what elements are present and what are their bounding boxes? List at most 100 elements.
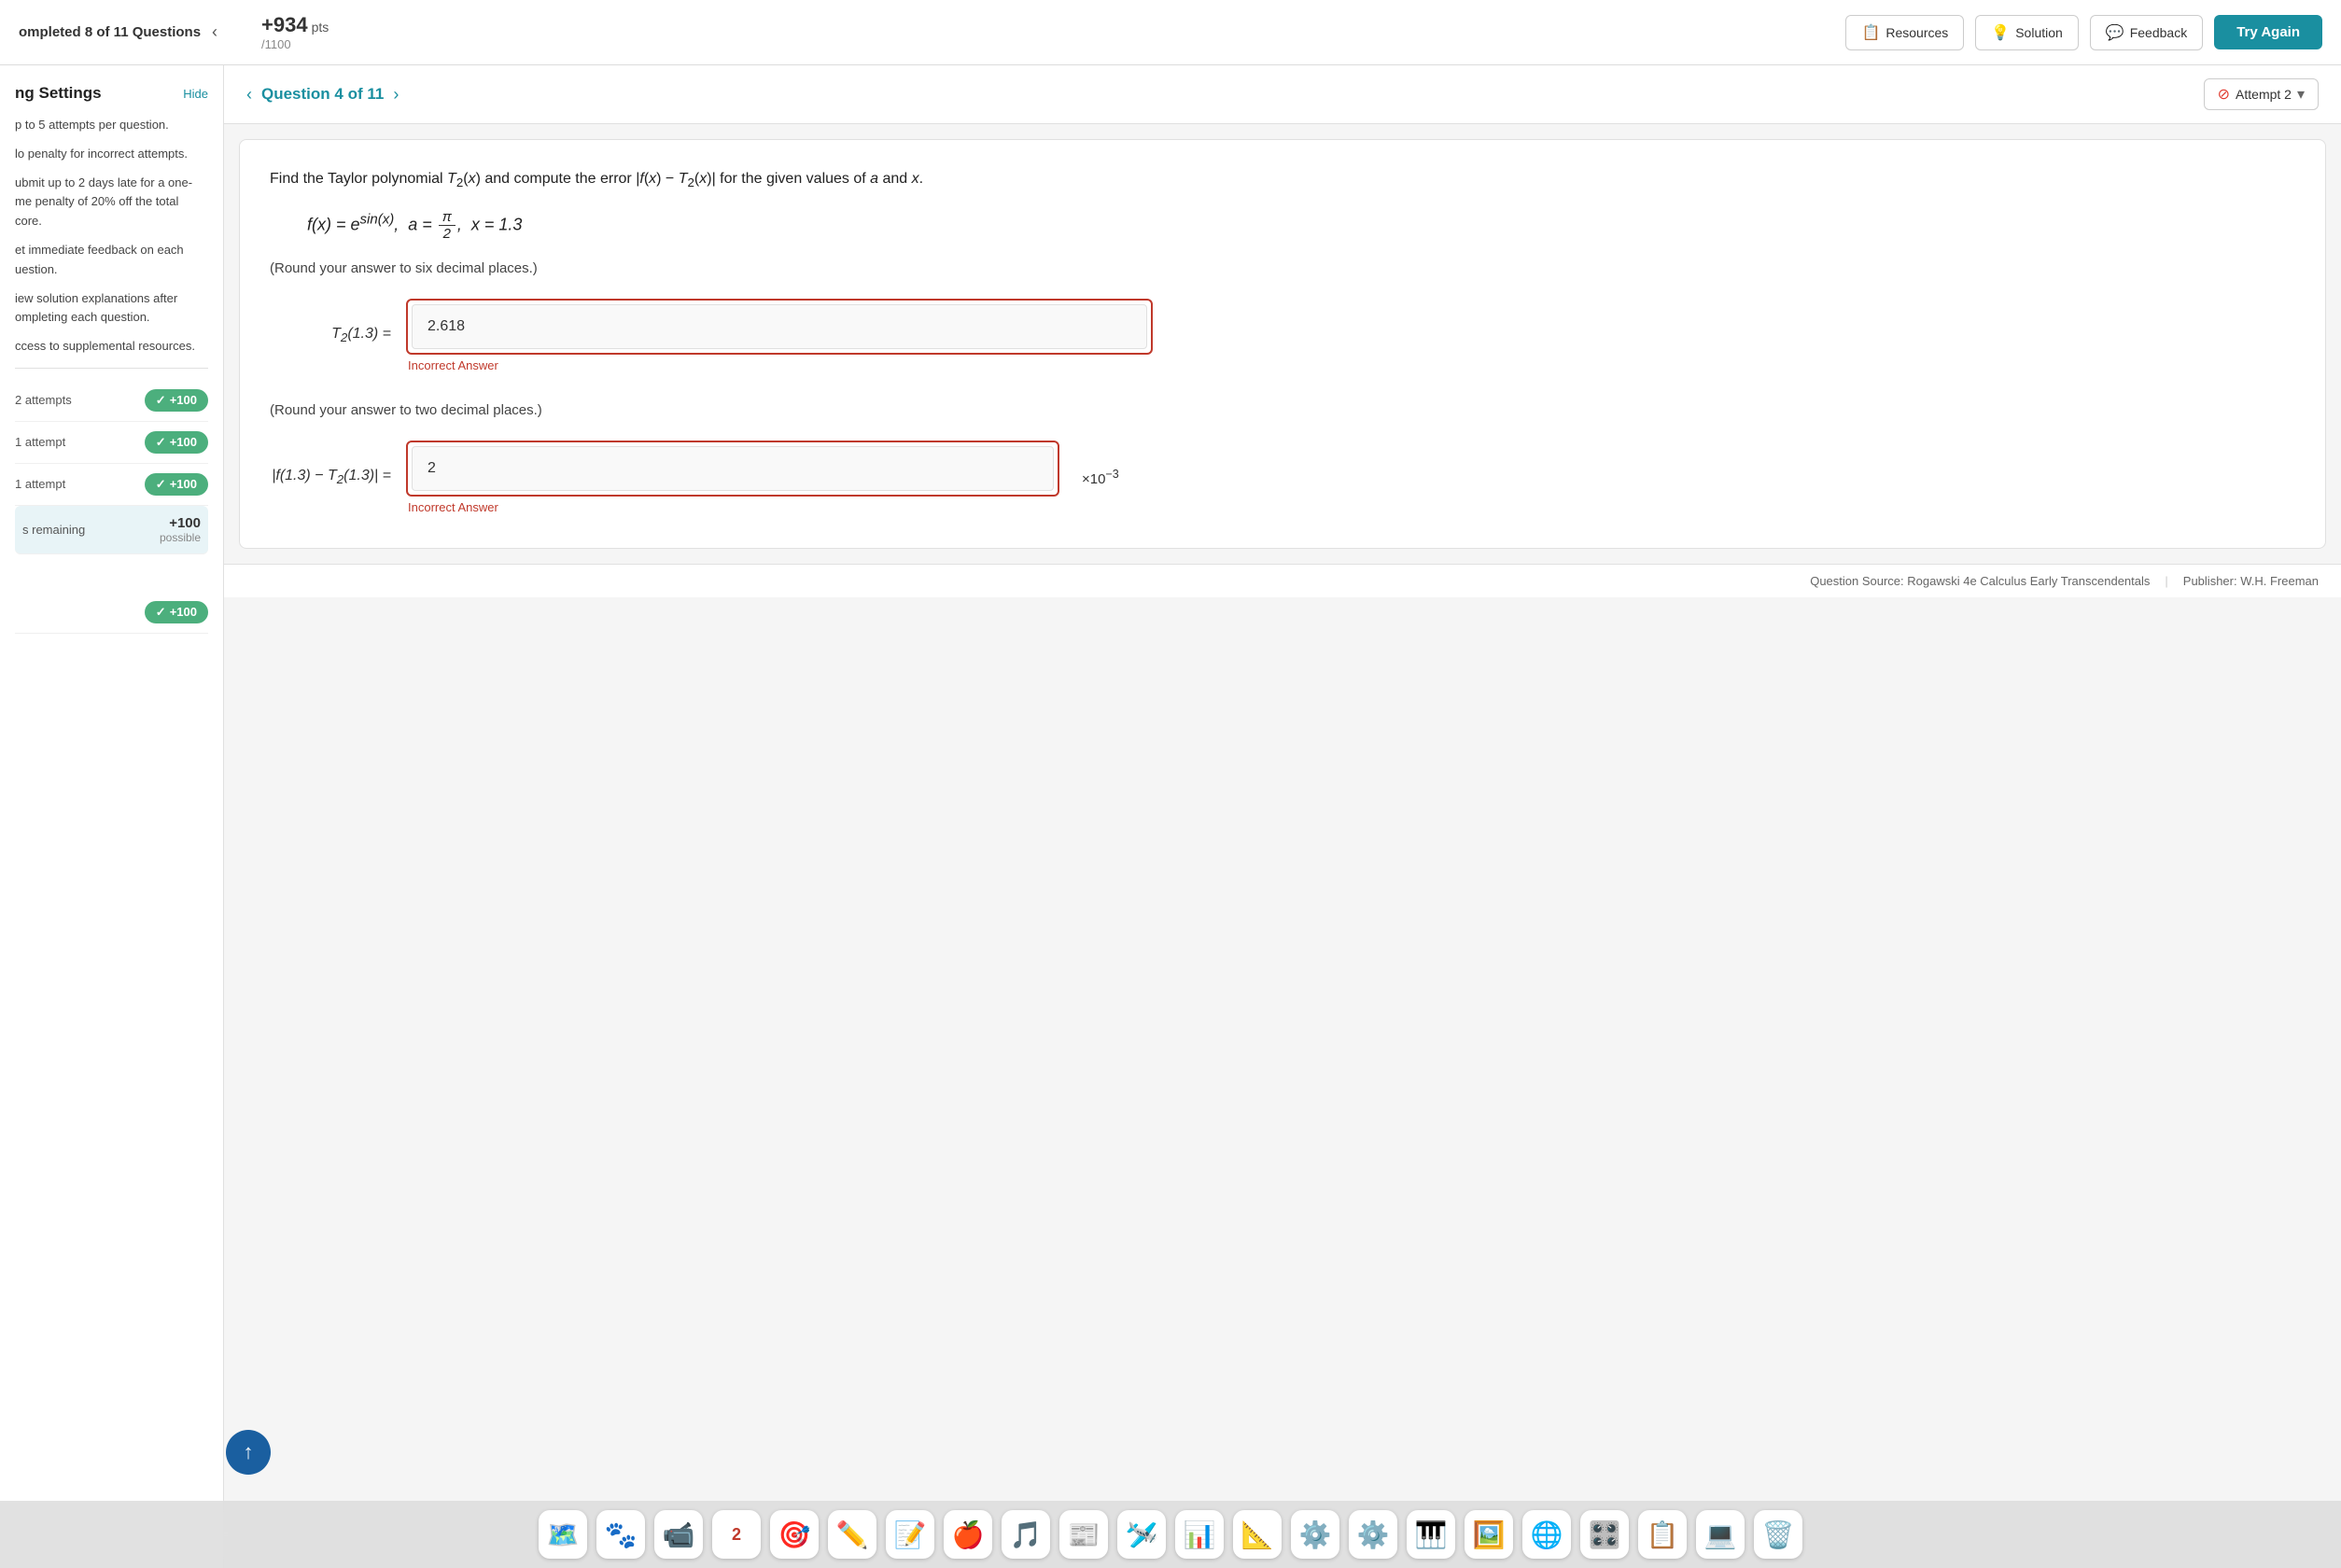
answer-suffix: ×10−3 <box>1082 468 1119 487</box>
question-nav: ‹ Question 4 of 11 › ⊘ Attempt 2 ▾ <box>224 65 2341 124</box>
dock-laptop[interactable]: 💻 <box>1696 1510 1745 1559</box>
dock: 🗺️ 🐾 📹 2 🎯 ✏️ 📝 🍎 🎵 📰 🛩️ 📊 📐 ⚙️ ⚙️ 🎹 🖼️ … <box>0 1501 2341 1568</box>
dock-maps[interactable]: 🗺️ <box>539 1510 587 1559</box>
score-label-active: s remaining <box>22 523 85 537</box>
pts-total: /1100 <box>261 37 329 51</box>
solution-label: Solution <box>2015 25 2063 40</box>
pts-unit: pts <box>312 20 329 35</box>
attempt-badge[interactable]: ⊘ Attempt 2 ▾ <box>2204 78 2319 110</box>
dock-numbers[interactable]: 📊 <box>1175 1510 1224 1559</box>
dock-news[interactable]: 📰 <box>1059 1510 1108 1559</box>
attempt-label: Attempt 2 <box>2236 87 2292 102</box>
score-row-2: 1 attempt ✓ +100 <box>15 422 208 464</box>
round-note-1: (Round your answer to six decimal places… <box>270 260 2295 276</box>
answer-border-2 <box>406 441 1059 497</box>
score-badge-1: ✓ +100 <box>145 389 208 412</box>
score-badge-3: ✓ +100 <box>145 473 208 496</box>
next-question-button[interactable]: › <box>393 85 399 105</box>
score-label-3: 1 attempt <box>15 477 65 491</box>
sidebar-rule-3: ubmit up to 2 days late for a one-me pen… <box>15 174 208 231</box>
answer-input-wrap-1: Incorrect Answer <box>406 299 1171 372</box>
try-again-button[interactable]: Try Again <box>2214 15 2322 49</box>
answer-input-1[interactable] <box>412 304 1147 349</box>
top-bar-left: ompleted 8 of 11 Questions ‹ <box>19 22 261 42</box>
incorrect-label-1: Incorrect Answer <box>408 358 1171 372</box>
answer-input-wrap-2: Incorrect Answer <box>406 441 1059 514</box>
score-badge-2: ✓ +100 <box>145 431 208 454</box>
dock-sticky[interactable]: 📝 <box>886 1510 934 1559</box>
feedback-button[interactable]: 💬 Feedback <box>2090 15 2203 50</box>
dock-preview[interactable]: 🖼️ <box>1465 1510 1513 1559</box>
check-icon-bottom: ✓ <box>156 605 166 620</box>
solution-icon: 💡 <box>1991 23 2010 42</box>
score-small: possible <box>160 531 201 544</box>
answer-label-1: T2(1.3) = <box>270 326 391 344</box>
answer-label-2: |f(1.3) − T2(1.3)| = <box>270 468 391 486</box>
completed-label: ompleted 8 of 11 Questions <box>19 24 201 40</box>
score-row-bottom: ✓ +100 <box>15 592 208 634</box>
score-value-3: +100 <box>170 477 197 491</box>
sidebar-rule-2: lo penalty for incorrect attempts. <box>15 145 208 164</box>
top-bar-right: 📋 Resources 💡 Solution 💬 Feedback Try Ag… <box>1845 15 2322 50</box>
check-icon-2: ✓ <box>156 435 166 450</box>
round-note-2: (Round your answer to two decimal places… <box>270 402 2295 418</box>
dock-midi[interactable]: 🎛️ <box>1580 1510 1629 1559</box>
score-label-1: 2 attempts <box>15 393 72 407</box>
formula-display: f(x) = esin(x), a = π 2 , x = 1.3 <box>307 209 2295 242</box>
pts-display: +934 pts /1100 <box>261 13 329 51</box>
pts-value: +934 <box>261 13 308 37</box>
separator: | <box>2165 574 2167 588</box>
dock-notes[interactable]: ✏️ <box>828 1510 876 1559</box>
question-nav-left: ‹ Question 4 of 11 › <box>246 85 399 105</box>
scroll-up-button[interactable]: ↑ <box>226 1430 271 1475</box>
resources-icon: 📋 <box>1861 23 1880 42</box>
check-icon-3: ✓ <box>156 477 166 492</box>
source-label: Question Source: Rogawski 4e Calculus Ea… <box>1810 574 2150 588</box>
dock-chrome[interactable]: 🌐 <box>1522 1510 1571 1559</box>
sidebar-rule-6: ccess to supplemental resources. <box>15 337 208 357</box>
dock-trash[interactable]: 🗑️ <box>1754 1510 1802 1559</box>
question-label: Question 4 of 11 <box>261 85 384 104</box>
dock-finder[interactable]: 📋 <box>1638 1510 1687 1559</box>
dock-photos[interactable]: 🐾 <box>596 1510 645 1559</box>
answer-input-2[interactable] <box>412 446 1054 491</box>
incorrect-label-2: Incorrect Answer <box>408 500 1059 514</box>
question-body: Find the Taylor polynomial T2(x) and com… <box>239 139 2326 549</box>
dock-calendar[interactable]: 2 <box>712 1510 761 1559</box>
score-row-3: 1 attempt ✓ +100 <box>15 464 208 506</box>
dock-piano[interactable]: 🎹 <box>1407 1510 1455 1559</box>
prev-question-button[interactable]: ‹ <box>246 85 252 105</box>
dock-appletv[interactable]: 🍎 <box>944 1510 992 1559</box>
layout: ng Settings Hide p to 5 attempts per que… <box>0 65 2341 1568</box>
sidebar-rule-5: iew solution explanations after ompletin… <box>15 289 208 329</box>
sidebar-rule-1: p to 5 attempts per question. <box>15 116 208 135</box>
check-icon-1: ✓ <box>156 393 166 408</box>
resources-label: Resources <box>1885 25 1948 40</box>
score-value-2: +100 <box>170 435 197 449</box>
sidebar-title: ng Settings <box>15 84 102 103</box>
dock-music[interactable]: 🎵 <box>1002 1510 1050 1559</box>
sidebar: ng Settings Hide p to 5 attempts per que… <box>0 65 224 1568</box>
publisher-label: Publisher: W.H. Freeman <box>2183 574 2319 588</box>
question-intro: Find the Taylor polynomial T2(x) and com… <box>270 166 2295 194</box>
dock-settings[interactable]: ⚙️ <box>1349 1510 1397 1559</box>
hide-link[interactable]: Hide <box>183 87 208 101</box>
collapse-button[interactable]: ‹ <box>212 22 217 42</box>
answer-row-1: T2(1.3) = Incorrect Answer <box>270 299 2295 372</box>
solution-button[interactable]: 💡 Solution <box>1975 15 2079 50</box>
answer-border-1 <box>406 299 1153 355</box>
score-possible: +100 possible <box>160 515 201 544</box>
resources-button[interactable]: 📋 Resources <box>1845 15 1964 50</box>
cancel-icon: ⊘ <box>2218 85 2230 104</box>
dock-facetime[interactable]: 📹 <box>654 1510 703 1559</box>
score-row-1: 2 attempts ✓ +100 <box>15 380 208 422</box>
dock-keynote[interactable]: 📐 <box>1233 1510 1282 1559</box>
score-label-2: 1 attempt <box>15 435 65 449</box>
bottom-bar: Question Source: Rogawski 4e Calculus Ea… <box>224 564 2341 597</box>
dock-testflight[interactable]: 🛩️ <box>1117 1510 1166 1559</box>
feedback-label: Feedback <box>2130 25 2187 40</box>
dropdown-icon: ▾ <box>2297 85 2305 104</box>
sidebar-header: ng Settings Hide <box>15 84 208 103</box>
dock-appstore[interactable]: ⚙️ <box>1291 1510 1339 1559</box>
dock-reminders[interactable]: 🎯 <box>770 1510 819 1559</box>
